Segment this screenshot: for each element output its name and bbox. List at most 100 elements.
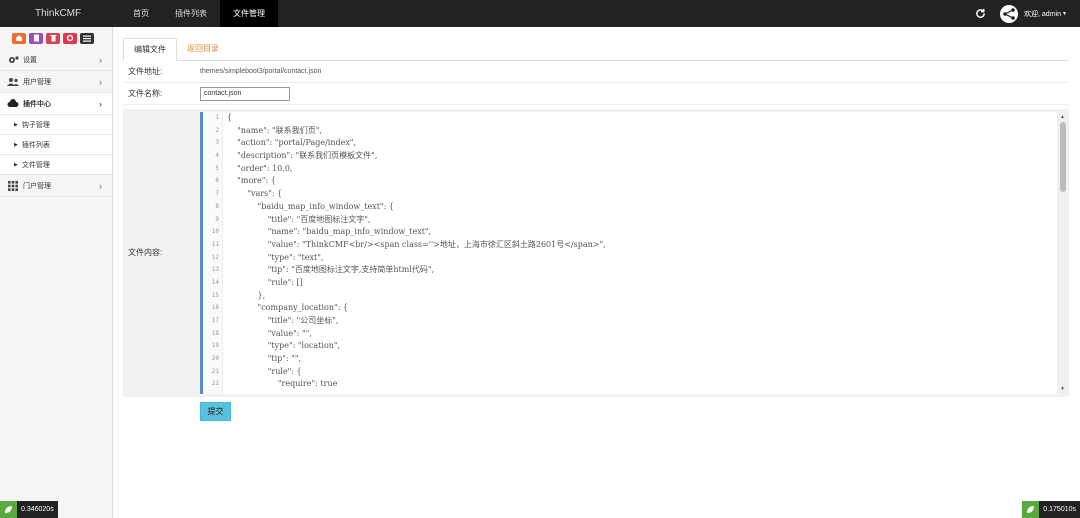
file-content-row: 文件内容: 1 2 3 4 5 6 7 8 9 10 11 12 13 14 15 16 17 18 19 20 21 2… [123, 109, 1069, 397]
code-line[interactable]: "rule": { [227, 366, 1057, 379]
sidebar-item-label: 设置 [23, 56, 37, 64]
avatar[interactable] [1000, 4, 1019, 23]
code-line[interactable]: "description": "联系我们页模板文件", [227, 150, 1057, 163]
line-number: 7 [215, 190, 219, 198]
line-number: 3 [215, 139, 219, 147]
code-line[interactable]: "vars": { [227, 188, 1057, 201]
main-content: 编辑文件 返回目录 文件地址: themes/simpleboot3/porta… [113, 27, 1080, 518]
chevron-right-icon: › [99, 77, 102, 87]
file-name-row: 文件名称: [123, 83, 1069, 105]
line-number-gutter: 1 2 3 4 5 6 7 8 9 10 11 12 13 14 15 16 17 18 19 20 21 22 [203, 112, 223, 394]
users-icon [7, 77, 19, 87]
code-line[interactable]: "value": "", [227, 328, 1057, 341]
perf-badge-left: 0.346020s [0, 501, 58, 518]
nav-item-file-manage[interactable]: 文件管理 [220, 0, 278, 27]
scroll-up-icon[interactable]: ▲ [1060, 114, 1065, 120]
sidebar-item-label: 门户管理 [23, 182, 51, 190]
sidebar-item-users[interactable]: 用户管理 › [0, 71, 112, 93]
code-line[interactable]: "title": "公司坐标", [227, 315, 1057, 328]
perf-badge-right: 0.175010s [1022, 501, 1080, 518]
leaf-icon [0, 501, 17, 518]
user-greeting[interactable]: 欢迎, admin [1024, 9, 1061, 19]
line-number: 6 [215, 177, 219, 185]
chevron-right-icon: › [99, 55, 102, 65]
sidebar-item-settings[interactable]: 设置 › [0, 49, 112, 71]
line-number: 14 [211, 278, 219, 286]
line-number: 19 [211, 342, 219, 350]
file-shortcut-icon[interactable] [29, 32, 43, 44]
line-number: 10 [211, 228, 219, 236]
code-line[interactable]: "action": "portal/Page/index", [227, 137, 1057, 150]
refresh-icon[interactable] [974, 8, 986, 20]
trash-shortcut-icon[interactable] [46, 32, 60, 44]
code-line[interactable]: "tip": "百度地图标注文字,支持简单html代码", [227, 264, 1057, 277]
tab-edit-file[interactable]: 编辑文件 [123, 38, 177, 61]
submit-button[interactable]: 提交 [200, 402, 231, 421]
line-number: 11 [211, 240, 219, 248]
line-number: 20 [211, 355, 219, 363]
line-number: 9 [215, 215, 219, 223]
file-path-label: 文件地址: [128, 67, 163, 76]
code-line[interactable]: "more": { [227, 175, 1057, 188]
code-line[interactable]: "name": "baidu_map_info_window_text", [227, 226, 1057, 239]
code-line[interactable]: "value": "ThinkCMF<br/><span class=''>地址… [227, 239, 1057, 252]
chevron-right-icon: › [99, 99, 102, 109]
chevron-down-icon[interactable]: ▾ [1063, 10, 1066, 17]
sidebar-item-label: 用户管理 [23, 78, 51, 86]
sidebar-subitem-label: 插件列表 [21, 141, 50, 149]
code-line[interactable]: "company_location": { [227, 302, 1057, 315]
scrollbar-thumb[interactable] [1060, 122, 1066, 192]
nav-item-home[interactable]: 首页 [120, 0, 162, 27]
code-line[interactable]: "baidu_map_info_window_text": { [227, 201, 1057, 214]
shortcut-bar [0, 27, 112, 49]
refresh-shortcut-icon[interactable] [63, 32, 77, 44]
caret-right-icon: ▶ [14, 141, 18, 148]
code-line[interactable]: "type": "text", [227, 252, 1057, 265]
tab-bar: 编辑文件 返回目录 [123, 38, 1069, 61]
leaf-icon [1022, 501, 1040, 518]
scroll-down-icon[interactable]: ▼ [1060, 386, 1065, 392]
home-shortcut-icon[interactable] [12, 32, 26, 44]
code-line[interactable]: "require": true [227, 378, 1057, 391]
gear-icon [7, 55, 19, 65]
editor-scrollbar[interactable]: ▲ ▼ [1057, 112, 1069, 394]
code-line[interactable]: "title": "百度地图标注文字", [227, 214, 1057, 227]
perf-time-right: 0.175010s [1043, 506, 1076, 513]
brand-logo[interactable]: ThinkCMF [35, 0, 81, 27]
line-number: 8 [215, 202, 219, 210]
sidebar: 设置 › 用户管理 › 插件中心 › ▶ 钩子管理 ▶ 插件列表 ▶ 文件管理 门户管… [0, 27, 113, 518]
sidebar-subitem-hooks[interactable]: ▶ 钩子管理 [0, 115, 112, 135]
code-line[interactable]: "rule": [] [227, 277, 1057, 290]
code-line[interactable]: }, [227, 290, 1057, 303]
list-shortcut-icon[interactable] [80, 32, 94, 44]
line-number: 16 [211, 304, 219, 312]
sidebar-subitem-label: 文件管理 [21, 161, 50, 169]
sidebar-subitem-plugin-list[interactable]: ▶ 插件列表 [0, 135, 112, 155]
code-line[interactable]: { [227, 112, 1057, 125]
line-number: 12 [211, 253, 219, 261]
line-number: 18 [211, 329, 219, 337]
file-name-label: 文件名称: [128, 89, 163, 98]
sidebar-subitem-file-manage[interactable]: ▶ 文件管理 [0, 155, 112, 175]
perf-time-left: 0.346020s [21, 506, 54, 513]
file-path-value: themes/simpleboot3/portal/contact.json [200, 68, 322, 75]
nav-item-plugin-list[interactable]: 插件列表 [162, 0, 220, 27]
code-editor[interactable]: 1 2 3 4 5 6 7 8 9 10 11 12 13 14 15 16 17 18 19 20 21 22 { "n… [200, 112, 1069, 394]
main-nav: 首页 插件列表 文件管理 [120, 0, 278, 27]
sidebar-item-portal[interactable]: 门户管理 › [0, 175, 112, 197]
file-path-row: 文件地址: themes/simpleboot3/portal/contact.… [123, 61, 1069, 83]
line-number: 15 [211, 291, 219, 299]
sidebar-item-plugins[interactable]: 插件中心 › [0, 93, 112, 115]
tab-back-to-directory[interactable]: 返回目录 [177, 38, 229, 61]
line-number: 17 [211, 317, 219, 324]
code-line[interactable]: "order": 10.0, [227, 163, 1057, 176]
cloud-icon [7, 99, 19, 109]
code-text-area[interactable]: { "name": "联系我们页", "action": "portal/Pag… [227, 112, 1057, 394]
code-line[interactable]: "tip": "", [227, 353, 1057, 366]
file-content-label: 文件内容: [128, 248, 163, 257]
top-navbar: ThinkCMF 首页 插件列表 文件管理 欢迎, admin ▾ [0, 0, 1080, 27]
line-number: 4 [215, 152, 219, 160]
file-name-input[interactable] [200, 86, 290, 101]
code-line[interactable]: "name": "联系我们页", [227, 125, 1057, 138]
code-line[interactable]: "type": "location", [227, 340, 1057, 353]
